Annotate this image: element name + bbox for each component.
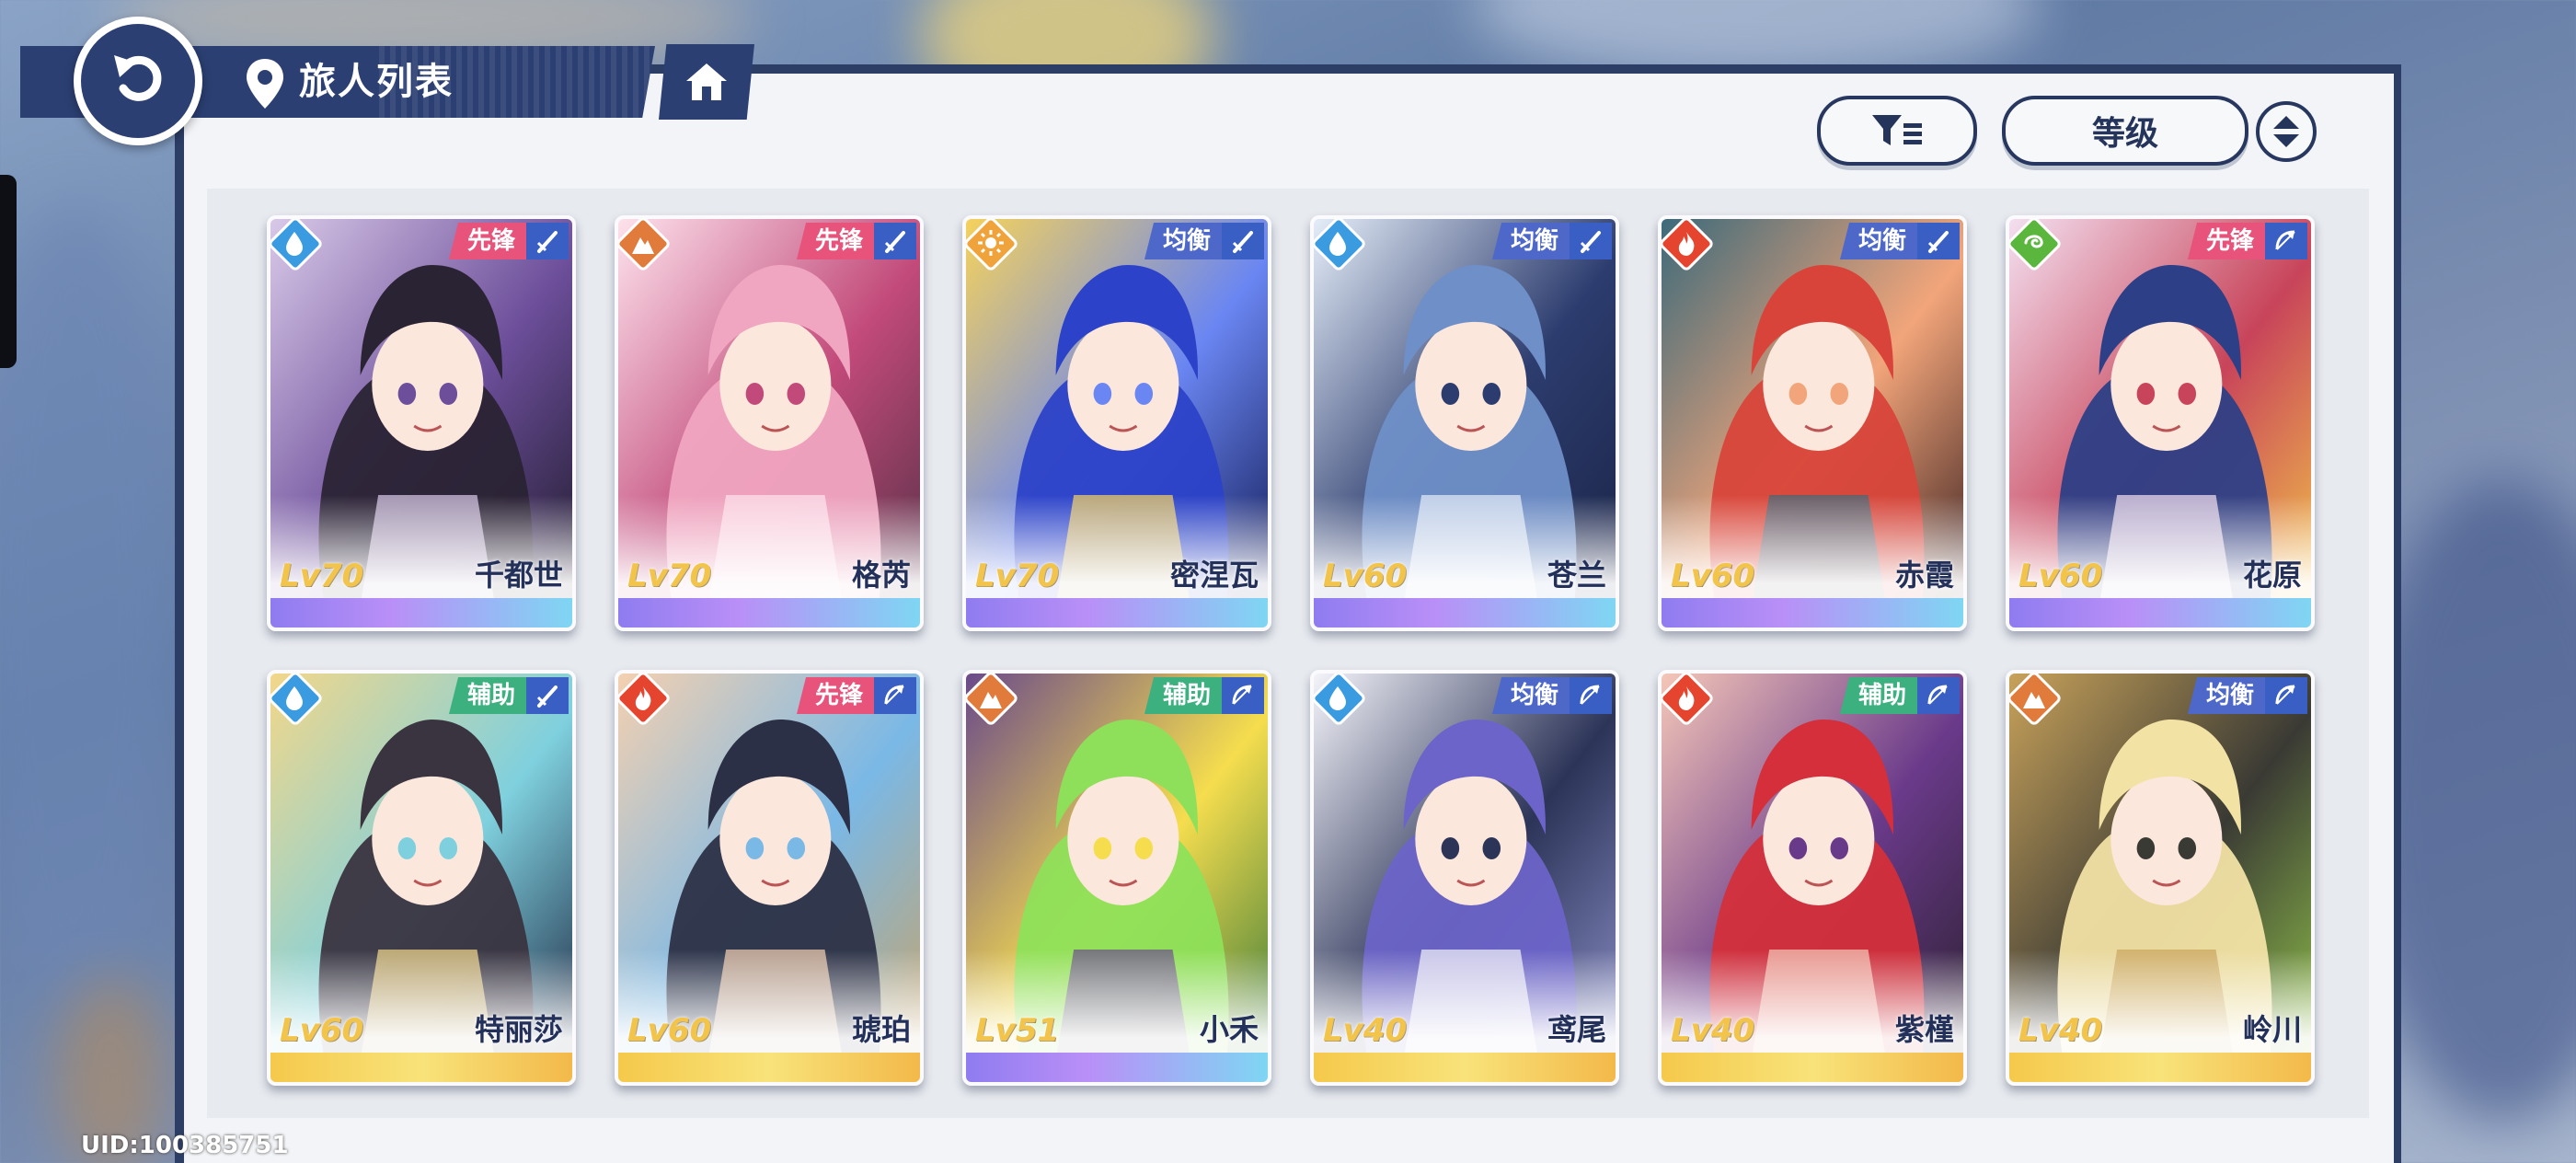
character-name: 花原 [2242,558,2302,593]
home-icon [686,63,727,100]
flame-icon [1662,219,1716,273]
rarity-strip [1662,1053,1963,1082]
bow-icon [1917,677,1960,714]
home-button[interactable] [659,44,754,120]
character-card[interactable]: 先锋 Lv60 琥珀 [615,670,924,1086]
character-card[interactable]: 均衡 Lv70 密涅瓦 [962,215,1271,631]
rarity-strip [2009,598,2311,628]
character-level: Lv60 [1323,558,1408,594]
character-level: Lv60 [2018,558,2103,594]
sort-by-dropdown[interactable]: 等级 [2002,96,2248,166]
water-drop-icon [1314,674,1368,728]
character-level: Lv70 [975,558,1060,594]
bow-icon [1222,677,1264,714]
sword-icon [526,677,569,714]
character-name: 苍兰 [1547,558,1606,593]
back-arrow-icon [114,55,162,101]
role-badge: 辅助 [1839,677,1917,714]
role-badge: 均衡 [1144,223,1222,259]
role-badge: 先锋 [796,677,874,714]
filter-button[interactable] [1817,96,1977,166]
role-badge: 均衡 [1839,223,1917,259]
role-badge: 先锋 [2187,223,2265,259]
character-level: Lv60 [280,1012,364,1049]
character-name: 小禾 [1199,1012,1259,1047]
sword-icon [1222,223,1264,259]
character-card[interactable]: 辅助 Lv60 特丽莎 [267,670,576,1086]
character-name: 格芮 [851,558,911,593]
character-card[interactable]: 先锋 Lv60 花原 [2006,215,2315,631]
rock-icon [966,674,1020,728]
rarity-strip [1662,598,1963,628]
character-name: 特丽莎 [474,1012,563,1047]
rarity-strip [966,598,1268,628]
water-drop-icon [270,674,325,728]
rarity-strip [618,598,920,628]
water-drop-icon [1314,219,1368,273]
bow-icon [1570,677,1612,714]
character-card[interactable]: 均衡 Lv60 苍兰 [1310,215,1619,631]
rock-icon [2009,674,2064,728]
rarity-strip [270,598,572,628]
page-title: 旅人列表 [299,61,454,103]
side-edge-handle [0,175,17,368]
bow-icon [874,677,916,714]
role-badge: 均衡 [2187,677,2265,714]
role-badge: 辅助 [448,677,526,714]
role-badge: 先锋 [448,223,526,259]
sort-order-toggle[interactable] [2256,101,2317,162]
sword-icon [526,223,569,259]
sword-icon [1570,223,1612,259]
role-badge: 辅助 [1144,677,1222,714]
character-card[interactable]: 先锋 Lv70 格芮 [615,215,924,631]
rarity-strip [270,1053,572,1082]
character-name: 赤霞 [1894,558,1954,593]
filter-icon [1872,115,1922,145]
role-badge: 先锋 [796,223,874,259]
character-name: 岭川 [2242,1012,2302,1047]
role-badge: 均衡 [1491,677,1570,714]
sort-arrows-icon [2273,116,2299,147]
rarity-strip [1314,1053,1616,1082]
character-level: Lv60 [1671,558,1755,594]
character-card[interactable]: 辅助 Lv51 小禾 [962,670,1271,1086]
character-name: 密涅瓦 [1169,558,1259,593]
flame-icon [1662,674,1716,728]
character-card[interactable]: 辅助 Lv40 紫槿 [1658,670,1967,1086]
role-badge: 均衡 [1491,223,1570,259]
sword-icon [874,223,916,259]
player-uid: UID:100385751 [81,1132,289,1159]
rarity-strip [1314,598,1616,628]
character-name: 紫槿 [1894,1012,1954,1047]
rarity-strip [618,1053,920,1082]
sword-icon [1917,223,1960,259]
sun-icon [966,219,1020,273]
character-level: Lv51 [975,1012,1060,1049]
character-level: Lv60 [627,1012,712,1049]
character-name: 琥珀 [851,1012,911,1047]
bow-icon [2265,223,2307,259]
rarity-strip [2009,1053,2311,1082]
character-card[interactable]: 均衡 Lv40 岭川 [2006,670,2315,1086]
character-level: Lv40 [2018,1012,2103,1049]
location-pin-icon [247,59,283,109]
water-drop-icon [270,219,325,273]
character-name: 千都世 [474,558,563,593]
character-level: Lv70 [280,558,364,594]
character-level: Lv40 [1323,1012,1408,1049]
bow-icon [2265,677,2307,714]
character-level: Lv70 [627,558,712,594]
background-pillar [0,202,184,1031]
character-card[interactable]: 均衡 Lv60 赤霞 [1658,215,1967,631]
rarity-strip [966,1053,1268,1082]
character-card[interactable]: 均衡 Lv40 鸢尾 [1310,670,1619,1086]
character-level: Lv40 [1671,1012,1755,1049]
rock-icon [618,219,673,273]
back-button[interactable] [74,17,202,145]
character-name: 鸢尾 [1547,1012,1606,1047]
flame-icon [618,674,673,728]
character-card[interactable]: 先锋 Lv70 千都世 [267,215,576,631]
wind-icon [2009,219,2064,273]
